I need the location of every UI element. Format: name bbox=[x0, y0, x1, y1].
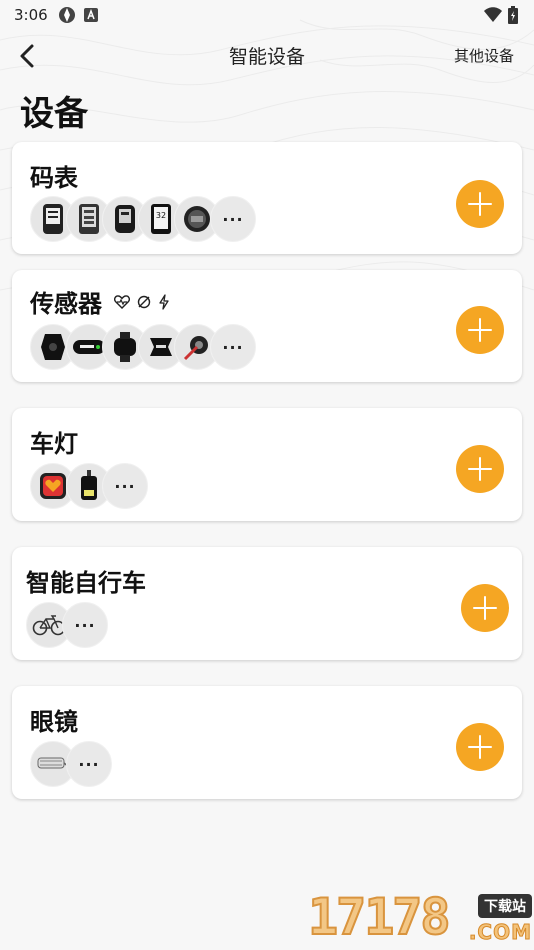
card-title-row: 传感器 bbox=[30, 284, 170, 319]
heart-rate-icon bbox=[114, 294, 130, 309]
device-card-sensor[interactable]: 传感器 ··· bbox=[12, 270, 522, 382]
navigation-bar: 智能设备 其他设备 bbox=[0, 36, 534, 76]
device-card-smart-bike[interactable]: 智能自行车 ··· bbox=[12, 547, 522, 660]
status-time: 3:06 bbox=[14, 6, 48, 24]
device-thumbs: ··· bbox=[30, 741, 112, 787]
watermark-number: 17178 bbox=[307, 887, 452, 947]
more-devices-button[interactable]: ··· bbox=[66, 741, 112, 787]
card-title: 车灯 bbox=[30, 430, 78, 458]
cadence-icon bbox=[137, 295, 151, 308]
vpn-icon bbox=[58, 7, 75, 23]
page-title: 设备 bbox=[20, 94, 88, 134]
battery-icon bbox=[508, 6, 518, 24]
add-smart-bike-button[interactable] bbox=[461, 584, 509, 632]
notification-a-icon bbox=[83, 8, 98, 22]
card-title: 眼镜 bbox=[30, 708, 78, 736]
device-card-bike-computer[interactable]: 码表 32 ··· bbox=[12, 142, 522, 254]
more-devices-button[interactable]: ··· bbox=[210, 324, 256, 370]
add-bike-light-button[interactable] bbox=[456, 445, 504, 493]
card-title: 码表 bbox=[30, 164, 78, 192]
power-icon bbox=[159, 293, 169, 310]
card-title: 智能自行车 bbox=[26, 569, 146, 597]
add-glasses-button[interactable] bbox=[456, 723, 504, 771]
watermark-domain: .COM bbox=[468, 920, 532, 945]
device-thumbs: ··· bbox=[26, 602, 108, 648]
device-thumbs: ··· bbox=[30, 463, 148, 509]
svg-text:32: 32 bbox=[156, 211, 166, 220]
more-devices-button[interactable]: ··· bbox=[210, 196, 256, 242]
sensor-type-icons bbox=[114, 293, 170, 310]
wifi-icon bbox=[484, 7, 502, 22]
more-devices-button[interactable]: ··· bbox=[102, 463, 148, 509]
add-bike-computer-button[interactable] bbox=[456, 180, 504, 228]
more-devices-button[interactable]: ··· bbox=[62, 602, 108, 648]
watermark-tag: 下载站 bbox=[478, 894, 532, 918]
device-thumbs: 32 ··· bbox=[30, 196, 256, 242]
card-title: 传感器 bbox=[30, 290, 102, 318]
site-watermark: 17178 下载站 .COM bbox=[307, 887, 534, 950]
other-devices-link[interactable]: 其他设备 bbox=[454, 45, 514, 66]
status-bar: 3:06 bbox=[0, 0, 534, 30]
add-sensor-button[interactable] bbox=[456, 306, 504, 354]
device-thumbs: ··· bbox=[30, 324, 256, 370]
device-card-glasses[interactable]: 眼镜 ··· bbox=[12, 686, 522, 799]
device-card-bike-light[interactable]: 车灯 ··· bbox=[12, 408, 522, 521]
